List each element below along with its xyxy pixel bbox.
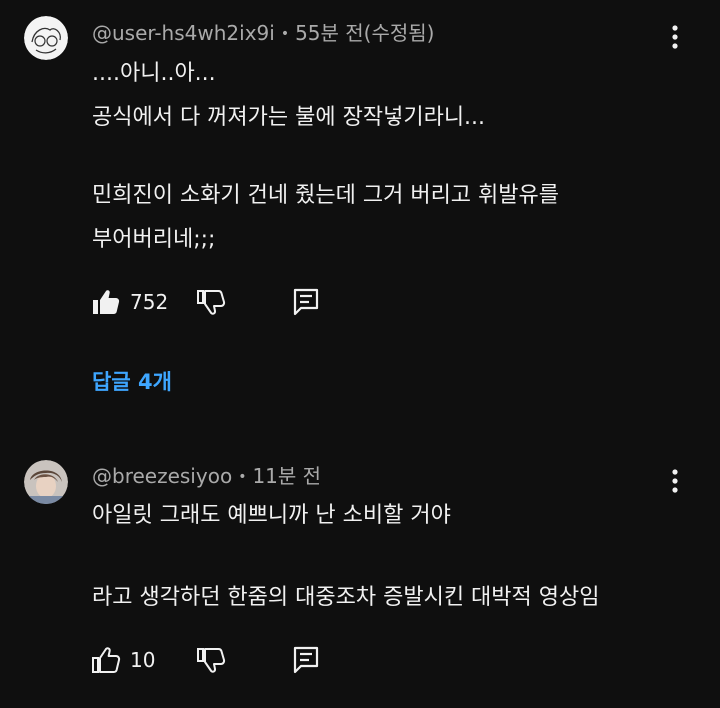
- comment-text-line: 아일릿 그래도 예쁘니까 난 소비할 거야: [92, 503, 451, 528]
- avatar[interactable]: [24, 16, 68, 60]
- more-vert-icon[interactable]: [660, 17, 690, 57]
- thumbs-up-icon: [92, 647, 121, 673]
- comment-text-line: 부어버리네;;;: [92, 227, 216, 252]
- author-name[interactable]: @user-hs4wh2ix9i: [92, 21, 275, 45]
- avatar[interactable]: [24, 460, 68, 504]
- reply-button[interactable]: [290, 644, 322, 676]
- comment-header: @breezesiyoo • 11분 전: [92, 464, 321, 489]
- reply-comment-icon: [293, 288, 319, 316]
- comment-text-line: 민희진이 소화기 건네 줬는데 그거 버리고 휘발유를: [92, 183, 560, 208]
- like-button[interactable]: [90, 644, 122, 676]
- dislike-button[interactable]: [195, 644, 227, 676]
- thumbs-down-icon: [197, 648, 226, 673]
- thumbs-up-icon: [93, 290, 120, 314]
- reply-comment-icon: [293, 646, 319, 674]
- author-name[interactable]: @breezesiyoo: [92, 464, 232, 488]
- comment-thread-2: @breezesiyoo • 11분 전 아일릿 그래도 예쁘니까 난 소비할 거야…: [0, 440, 720, 708]
- comment-timestamp[interactable]: 11분 전: [252, 464, 321, 488]
- reply-button[interactable]: [290, 286, 322, 318]
- view-replies-link[interactable]: 답글 4개: [92, 368, 172, 396]
- comment-text-line: ....아니..아...: [92, 61, 216, 86]
- dislike-button[interactable]: [195, 286, 227, 318]
- meta-separator: •: [238, 469, 247, 485]
- meta-separator: •: [280, 26, 290, 42]
- comment-text-line: 라고 생각하던 한줌의 대중조차 증발시킨 대박적 영상임: [92, 585, 600, 610]
- comment-timestamp[interactable]: 55분 전(수정됨): [295, 21, 434, 45]
- like-count: 752: [130, 290, 169, 314]
- comment-text-line: 공식에서 다 꺼져가는 불에 장작넣기라니...: [92, 105, 486, 130]
- comment-header: @user-hs4wh2ix9i • 55분 전(수정됨): [92, 21, 435, 46]
- like-button[interactable]: [90, 286, 122, 318]
- thumbs-down-icon: [197, 290, 226, 315]
- like-count: 10: [130, 648, 156, 672]
- more-vert-icon[interactable]: [660, 461, 690, 501]
- comment-thread-1: @user-hs4wh2ix9i • 55분 전(수정됨) ....아니..아...…: [0, 0, 720, 430]
